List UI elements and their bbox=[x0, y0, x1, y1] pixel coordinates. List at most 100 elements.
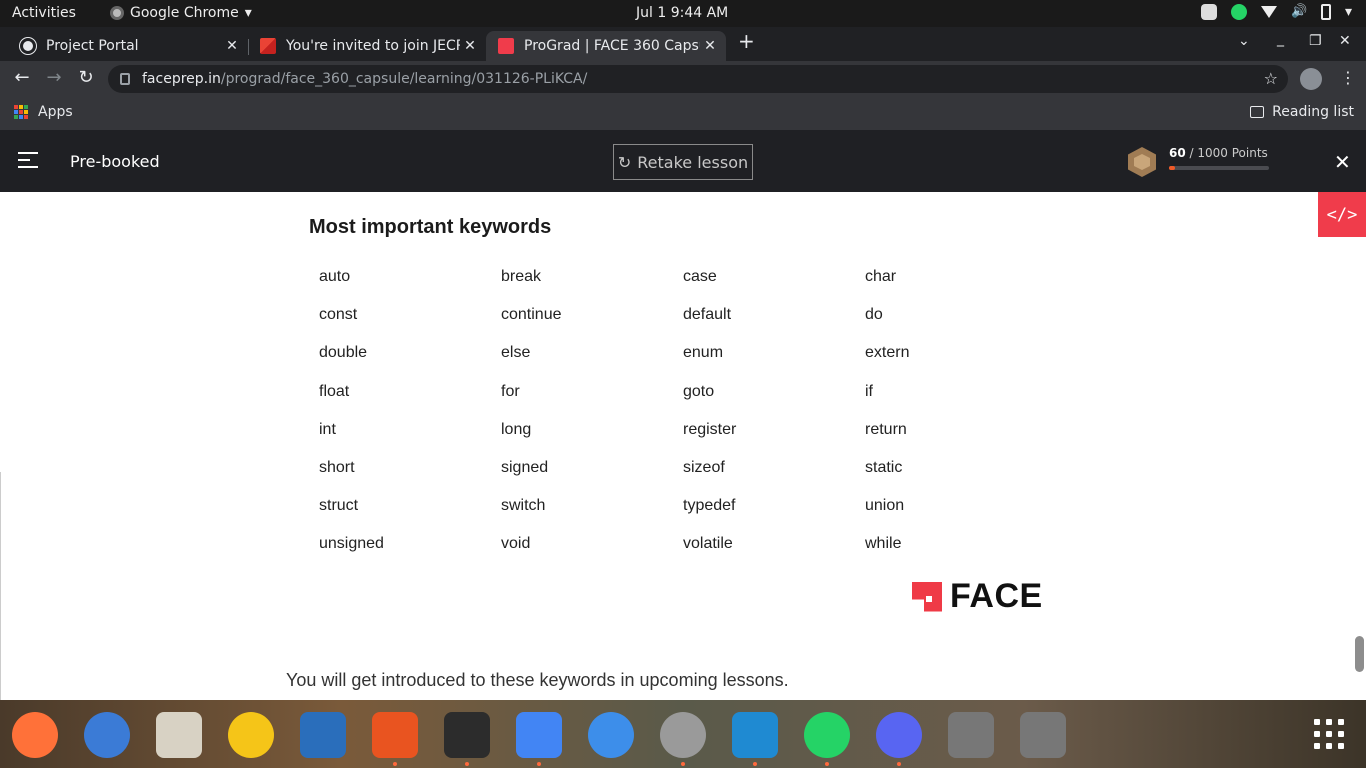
chevron-down-icon[interactable]: ▾ bbox=[1345, 4, 1352, 20]
reading-list-button[interactable]: Reading list bbox=[1250, 104, 1354, 120]
keywords-row: auto break case char bbox=[319, 268, 1079, 306]
browser-toolbar: ← → ↻ faceprep.in /prograd/face_360_caps… bbox=[0, 61, 1366, 97]
lesson-content: </> Most important keywords auto break cas… bbox=[0, 192, 1366, 700]
tab-title: You're invited to join JECR bbox=[286, 38, 460, 54]
keyword-cell: if bbox=[865, 382, 873, 400]
close-tab-icon[interactable]: ✕ bbox=[700, 38, 720, 54]
bookmark-star-icon[interactable]: ☆ bbox=[1264, 69, 1278, 88]
tab-prograd-face360[interactable]: ProGrad | FACE 360 Capsule ✕ bbox=[486, 31, 726, 61]
address-bar[interactable]: faceprep.in /prograd/face_360_capsule/le… bbox=[108, 65, 1288, 93]
points-progress-fill bbox=[1169, 166, 1175, 170]
keyword-cell: while bbox=[865, 535, 902, 553]
keywords-row: short signed sizeof static bbox=[319, 459, 1079, 497]
reading-list-icon bbox=[1250, 106, 1265, 118]
reload-button[interactable]: ↻ bbox=[74, 67, 98, 88]
code-editor-button[interactable]: </> bbox=[1318, 192, 1366, 237]
firefox-icon[interactable] bbox=[12, 712, 58, 758]
keyword-cell: break bbox=[501, 268, 542, 285]
keywords-row: double else enum extern bbox=[319, 344, 1079, 382]
running-indicator bbox=[681, 762, 685, 766]
show-applications-icon[interactable] bbox=[1314, 719, 1344, 749]
system-tray[interactable]: 🔊 ▾ bbox=[1200, 4, 1352, 20]
reading-list-label: Reading list bbox=[1272, 104, 1354, 120]
code-icon: </> bbox=[1326, 204, 1358, 225]
keywords-row: float for goto if bbox=[319, 383, 1079, 421]
running-indicator bbox=[465, 762, 469, 766]
face-logo-text: FACE bbox=[950, 577, 1043, 615]
tab-search-icon[interactable]: ⌄ bbox=[1238, 33, 1250, 49]
points-total: / 1000 Points bbox=[1185, 146, 1268, 160]
profile-avatar[interactable] bbox=[1300, 68, 1322, 90]
battery-icon[interactable] bbox=[1320, 4, 1331, 20]
points-text: 60 / 1000 Points bbox=[1169, 146, 1268, 160]
disc-icon[interactable] bbox=[1020, 712, 1066, 758]
keywords-row: struct switch typedef union bbox=[319, 497, 1079, 535]
keyword-cell: struct bbox=[319, 497, 359, 515]
keyword-cell: static bbox=[865, 458, 903, 476]
close-window-button[interactable]: ✕ bbox=[1339, 33, 1351, 49]
tab-strip: Project Portal ✕ You're invited to join … bbox=[0, 27, 1366, 61]
tab-project-portal[interactable]: Project Portal ✕ bbox=[8, 31, 248, 61]
keyword-cell: else bbox=[501, 344, 531, 362]
software-icon[interactable] bbox=[372, 712, 418, 758]
keyword-cell: return bbox=[865, 420, 907, 438]
volume-icon[interactable]: 🔊 bbox=[1291, 4, 1307, 20]
maximize-button[interactable]: ❐ bbox=[1309, 33, 1322, 49]
close-tab-icon[interactable]: ✕ bbox=[460, 38, 480, 54]
gmail-icon bbox=[260, 38, 276, 54]
keyword-cell: union bbox=[865, 497, 905, 515]
retake-lesson-button[interactable]: ↻ Retake lesson bbox=[613, 144, 753, 180]
lock-icon[interactable] bbox=[120, 73, 130, 85]
whatsapp-icon[interactable] bbox=[804, 712, 850, 758]
disc-icon[interactable] bbox=[948, 712, 994, 758]
back-button[interactable]: ← bbox=[10, 67, 34, 88]
bookmarks-bar: Apps Reading list bbox=[0, 97, 1366, 130]
running-indicator bbox=[897, 762, 901, 766]
help-icon[interactable] bbox=[588, 712, 634, 758]
keyword-cell: float bbox=[319, 382, 350, 400]
keyword-cell: sizeof bbox=[683, 458, 725, 476]
chrome-icon[interactable] bbox=[516, 712, 562, 758]
page-scrollbar[interactable] bbox=[1355, 636, 1364, 672]
rhythmbox-icon[interactable] bbox=[228, 712, 274, 758]
keyword-cell: register bbox=[683, 420, 737, 438]
running-indicator bbox=[393, 762, 397, 766]
forward-button[interactable]: → bbox=[42, 67, 66, 88]
keyword-cell: auto bbox=[319, 268, 351, 285]
keyword-cell: long bbox=[501, 420, 532, 438]
close-tab-icon[interactable]: ✕ bbox=[222, 38, 242, 54]
face-logo-mark bbox=[912, 581, 942, 612]
keyword-cell: do bbox=[865, 306, 883, 324]
keyword-cell: continue bbox=[501, 306, 562, 324]
bookmark-apps[interactable]: Apps bbox=[14, 104, 73, 120]
new-tab-button[interactable]: + bbox=[738, 29, 755, 53]
retake-lesson-label: Retake lesson bbox=[637, 152, 749, 172]
running-indicator bbox=[537, 762, 541, 766]
app-menu-label: Google Chrome bbox=[130, 5, 239, 21]
writer-icon[interactable] bbox=[300, 712, 346, 758]
minimize-button[interactable]: _ bbox=[1277, 31, 1284, 47]
files-icon[interactable] bbox=[156, 712, 202, 758]
close-lesson-icon[interactable]: ✕ bbox=[1334, 150, 1351, 174]
chrome-icon bbox=[110, 6, 124, 20]
vscode-icon[interactable] bbox=[732, 712, 778, 758]
keyword-cell: const bbox=[319, 306, 358, 324]
terminal-icon[interactable] bbox=[444, 712, 490, 758]
tab-title: Project Portal bbox=[46, 38, 139, 54]
settings-icon[interactable] bbox=[660, 712, 706, 758]
thunderbird-icon[interactable] bbox=[84, 712, 130, 758]
running-indicator bbox=[753, 762, 757, 766]
sidebar-toggle-icon[interactable] bbox=[18, 152, 38, 168]
tab-gmail-invite[interactable]: You're invited to join JECR ✕ bbox=[248, 31, 486, 61]
activities-button[interactable]: Activities bbox=[12, 5, 76, 21]
chrome-menu-icon[interactable]: ⋮ bbox=[1340, 68, 1356, 87]
app-menu[interactable]: Google Chrome ▾ bbox=[110, 5, 252, 21]
keywords-row: unsigned void volatile while bbox=[319, 535, 1079, 573]
keyword-cell: double bbox=[319, 344, 368, 362]
discord-tray-icon[interactable] bbox=[1200, 4, 1217, 20]
wifi-icon[interactable] bbox=[1260, 6, 1277, 18]
whatsapp-tray-icon[interactable] bbox=[1230, 4, 1247, 20]
clock[interactable]: Jul 1 9:44 AM bbox=[636, 5, 728, 21]
discord-icon[interactable] bbox=[876, 712, 922, 758]
running-indicator bbox=[825, 762, 829, 766]
